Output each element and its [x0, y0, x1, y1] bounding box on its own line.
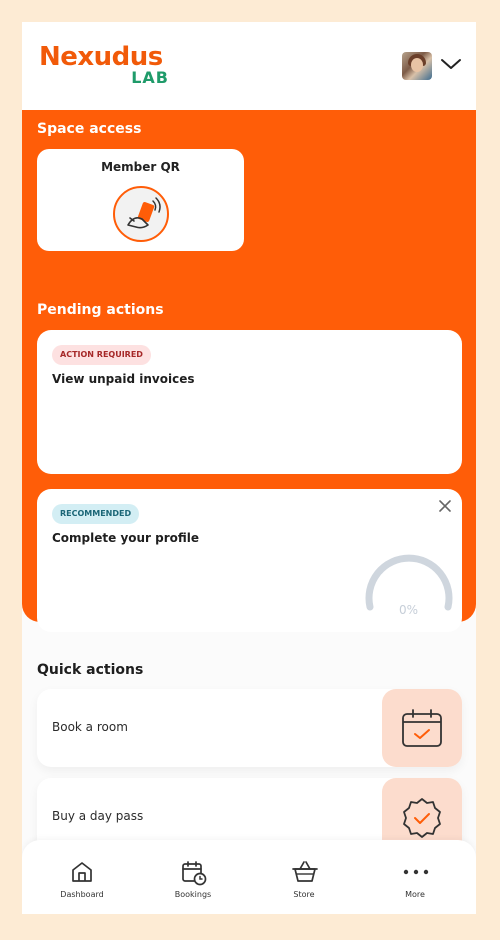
recommended-badge: RECOMMENDED: [52, 504, 140, 524]
chevron-down-icon: [441, 59, 461, 69]
nav-bookings-label: Bookings: [174, 890, 212, 899]
complete-profile-text: Complete your profile: [52, 531, 200, 545]
nav-dashboard[interactable]: Dashboard: [27, 840, 137, 914]
badge-check-icon: [403, 798, 441, 838]
space-access-title: Space access: [37, 121, 142, 137]
nexudus-logo[interactable]: Nexudus LAB: [39, 42, 179, 90]
nfc-access-icon: [113, 186, 169, 242]
close-icon[interactable]: [438, 499, 452, 513]
home-icon: [72, 862, 92, 882]
orange-panel: Space access Member QR Pending actions A…: [22, 110, 476, 632]
member-qr-card[interactable]: Member QR: [37, 149, 244, 251]
calendar-check-icon: [402, 709, 442, 747]
calendar-clock-icon: [182, 861, 207, 886]
avatar: [402, 52, 432, 80]
more-dots-icon: [403, 869, 429, 875]
nav-store-label: Store: [293, 890, 315, 899]
logo-sub-text: LAB: [131, 68, 169, 87]
buy-day-pass-label: Buy a day pass: [52, 809, 144, 823]
user-menu-button[interactable]: [402, 52, 464, 82]
nav-more[interactable]: More: [360, 840, 470, 914]
nav-dashboard-label: Dashboard: [60, 890, 104, 899]
nav-bookings[interactable]: Bookings: [138, 840, 248, 914]
basket-icon: [292, 861, 318, 882]
action-required-badge: ACTION REQUIRED: [52, 345, 151, 365]
member-qr-label: Member QR: [101, 160, 180, 174]
pending-actions-title: Pending actions: [37, 302, 164, 318]
nav-store[interactable]: Store: [249, 840, 359, 914]
quick-actions-title: Quick actions: [37, 662, 144, 678]
book-room-icon-box: [382, 689, 462, 767]
unpaid-invoices-card[interactable]: ACTION REQUIRED View unpaid invoices: [37, 330, 462, 474]
app-header: Nexudus LAB: [22, 22, 476, 110]
unpaid-invoices-text: View unpaid invoices: [52, 372, 195, 386]
app-screen: Nexudus LAB Space access Member QR Pendi…: [22, 22, 476, 914]
book-room-label: Book a room: [52, 720, 128, 734]
complete-profile-card[interactable]: RECOMMENDED Complete your profile 0%: [37, 489, 462, 632]
book-room-action[interactable]: Book a room: [37, 689, 462, 767]
profile-progress-gauge: [365, 554, 453, 611]
nav-more-label: More: [405, 890, 425, 899]
bottom-nav: Dashboard Bookings Store More: [22, 840, 476, 914]
profile-progress-value: 0%: [399, 603, 419, 617]
